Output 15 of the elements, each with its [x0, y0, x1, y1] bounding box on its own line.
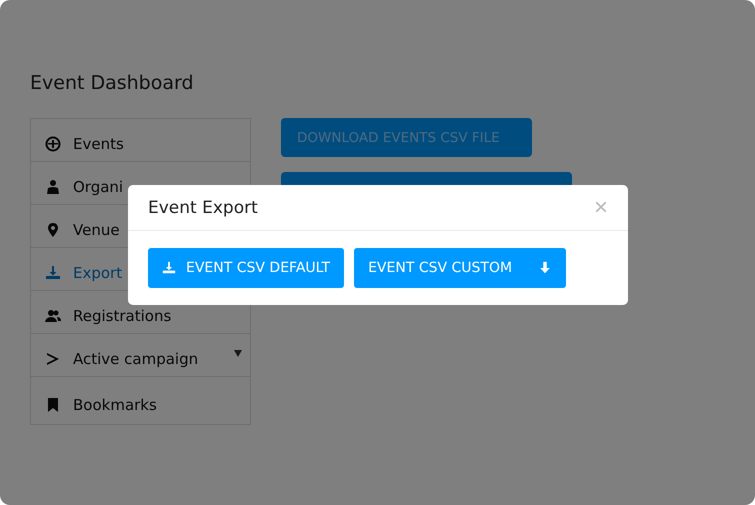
- person-icon: [45, 179, 61, 195]
- download-icon: [162, 261, 176, 275]
- sidebar-item[interactable]: Events: [31, 119, 250, 162]
- people-icon: [45, 308, 61, 324]
- export-option-button[interactable]: EVENT CSV CUSTOM: [354, 248, 566, 288]
- bookmark-icon: [45, 396, 61, 412]
- sidebar-item[interactable]: Bookmarks: [31, 377, 250, 424]
- export-option-button[interactable]: EVENT CSV DEFAULT: [148, 248, 344, 288]
- info-icon: [45, 136, 61, 152]
- download-icon: [538, 261, 552, 275]
- chevron-icon: [45, 351, 61, 367]
- download-icon: [45, 265, 61, 281]
- page-title: Event Dashboard: [30, 72, 195, 94]
- pin-icon: [45, 222, 61, 238]
- sidebar-item[interactable]: Active campaign: [31, 334, 250, 377]
